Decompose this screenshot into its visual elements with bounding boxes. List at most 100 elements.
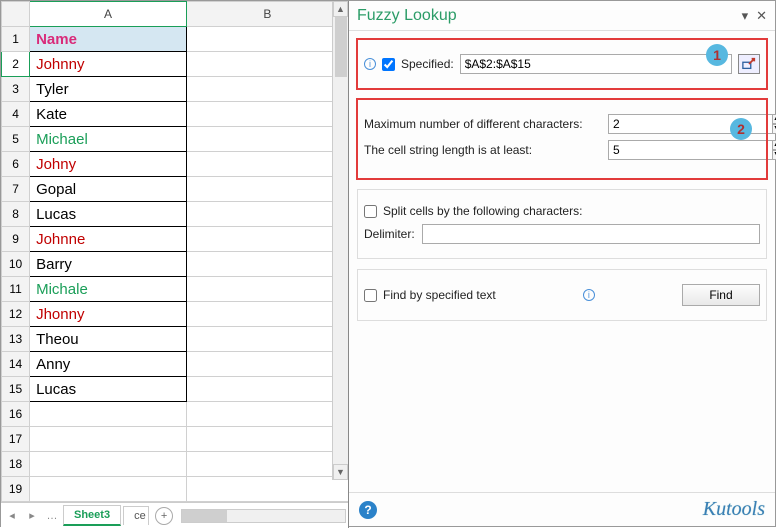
range-input[interactable] xyxy=(460,54,732,74)
row-header[interactable]: 11 xyxy=(2,277,30,302)
scroll-down-icon[interactable]: ▼ xyxy=(333,464,348,480)
row-header[interactable]: 15 xyxy=(2,377,30,402)
cell-A5[interactable]: Michael xyxy=(30,127,187,152)
row-header[interactable]: 3 xyxy=(2,77,30,102)
row-header[interactable]: 16 xyxy=(2,402,30,427)
cell-B9[interactable] xyxy=(186,227,348,252)
row-header[interactable]: 1 xyxy=(2,27,30,52)
cell-A9[interactable]: Johnne xyxy=(30,227,187,252)
info-icon[interactable]: i xyxy=(583,289,595,301)
cell-B17[interactable] xyxy=(186,427,348,452)
tab-nav-prev-icon[interactable]: ▸ xyxy=(23,507,41,525)
row-7: 7 Gopal xyxy=(2,177,349,202)
cell-A3[interactable]: Tyler xyxy=(30,77,187,102)
cell-A12[interactable]: Jhonny xyxy=(30,302,187,327)
col-header-A[interactable]: A xyxy=(30,2,187,27)
cell-B6[interactable] xyxy=(186,152,348,177)
cell-A6[interactable]: Johny xyxy=(30,152,187,177)
row-header[interactable]: 2 xyxy=(2,52,30,77)
row-header[interactable]: 4 xyxy=(2,102,30,127)
cell-B3[interactable] xyxy=(186,77,348,102)
hscroll-thumb[interactable] xyxy=(182,510,227,522)
cell-B18[interactable] xyxy=(186,452,348,477)
row-header[interactable]: 10 xyxy=(2,252,30,277)
row-10: 10 Barry xyxy=(2,252,349,277)
scroll-thumb[interactable] xyxy=(335,17,347,77)
cell-A2[interactable]: Johnny xyxy=(30,52,187,77)
row-5: 5 Michael xyxy=(2,127,349,152)
cell-B16[interactable] xyxy=(186,402,348,427)
cell-A15[interactable]: Lucas xyxy=(30,377,187,402)
scroll-up-icon[interactable]: ▲ xyxy=(333,1,348,17)
cell-A19[interactable] xyxy=(30,477,187,502)
cell-B5[interactable] xyxy=(186,127,348,152)
cell-B15[interactable] xyxy=(186,377,348,402)
vertical-scrollbar[interactable]: ▲ ▼ xyxy=(332,1,348,480)
max-diff-spinner[interactable]: ▲▼ xyxy=(608,114,718,134)
cell-B10[interactable] xyxy=(186,252,348,277)
cell-A4[interactable]: Kate xyxy=(30,102,187,127)
row-header[interactable]: 14 xyxy=(2,352,30,377)
info-icon[interactable]: i xyxy=(364,58,376,70)
cell-A14[interactable]: Anny xyxy=(30,352,187,377)
min-len-spinner[interactable]: ▲▼ xyxy=(608,140,718,160)
brand-label: Kutools xyxy=(703,498,765,521)
cell-B14[interactable] xyxy=(186,352,348,377)
cell-A18[interactable] xyxy=(30,452,187,477)
row-header[interactable]: 8 xyxy=(2,202,30,227)
row-header[interactable]: 6 xyxy=(2,152,30,177)
close-icon[interactable]: ✕ xyxy=(756,8,767,24)
cell-A10[interactable]: Barry xyxy=(30,252,187,277)
help-icon[interactable]: ? xyxy=(359,501,377,519)
cell-A17[interactable] xyxy=(30,427,187,452)
row-header[interactable]: 13 xyxy=(2,327,30,352)
cell-B4[interactable] xyxy=(186,102,348,127)
cell-B1[interactable] xyxy=(186,27,348,52)
tab-nav-first-icon[interactable]: ◂ xyxy=(3,507,21,525)
cell-B2[interactable] xyxy=(186,52,348,77)
tab-sheet3[interactable]: Sheet3 xyxy=(63,505,121,526)
max-diff-label: Maximum number of different characters: xyxy=(364,117,602,131)
find-text-checkbox[interactable] xyxy=(364,289,377,302)
delimiter-input[interactable] xyxy=(422,224,760,244)
row-header[interactable]: 5 xyxy=(2,127,30,152)
cell-B7[interactable] xyxy=(186,177,348,202)
row-1: 1 Name xyxy=(2,27,349,52)
cell-A11[interactable]: Michale xyxy=(30,277,187,302)
find-button[interactable]: Find xyxy=(682,284,760,306)
tab-next-partial[interactable]: ce xyxy=(123,506,149,525)
cell-A1[interactable]: Name xyxy=(30,27,187,52)
cell-B19[interactable] xyxy=(186,477,348,502)
range-picker-button[interactable] xyxy=(738,54,760,74)
pin-icon[interactable]: ▾ xyxy=(742,8,749,24)
cell-B11[interactable] xyxy=(186,277,348,302)
fuzzy-lookup-panel: Fuzzy Lookup ▾ ✕ 1 i Specified: 2 Maximu xyxy=(349,1,775,526)
row-header[interactable]: 12 xyxy=(2,302,30,327)
cell-B13[interactable] xyxy=(186,327,348,352)
select-all-corner[interactable] xyxy=(2,2,30,27)
cell-A16[interactable] xyxy=(30,402,187,427)
row-header[interactable]: 17 xyxy=(2,427,30,452)
cell-A13[interactable]: Theou xyxy=(30,327,187,352)
row-13: 13 Theou xyxy=(2,327,349,352)
row-header[interactable]: 18 xyxy=(2,452,30,477)
find-text-label: Find by specified text xyxy=(383,288,496,302)
new-sheet-button[interactable]: + xyxy=(155,507,173,525)
col-header-B[interactable]: B xyxy=(186,2,348,27)
specified-checkbox[interactable] xyxy=(382,58,395,71)
cell-B12[interactable] xyxy=(186,302,348,327)
delimiter-label: Delimiter: xyxy=(364,227,416,241)
row-4: 4 Kate xyxy=(2,102,349,127)
row-header[interactable]: 9 xyxy=(2,227,30,252)
tab-nav-more-icon[interactable]: … xyxy=(43,507,61,525)
row-header[interactable]: 19 xyxy=(2,477,30,502)
cell-A8[interactable]: Lucas xyxy=(30,202,187,227)
min-len-input[interactable] xyxy=(608,140,773,160)
row-header[interactable]: 7 xyxy=(2,177,30,202)
row-3: 3 Tyler xyxy=(2,77,349,102)
cell-A7[interactable]: Gopal xyxy=(30,177,187,202)
cell-B8[interactable] xyxy=(186,202,348,227)
horizontal-scrollbar[interactable] xyxy=(181,509,346,523)
spreadsheet-area: A B 1 Name 2 Johnny 3 Tyler 4 Kate xyxy=(1,1,349,528)
split-checkbox[interactable] xyxy=(364,205,377,218)
